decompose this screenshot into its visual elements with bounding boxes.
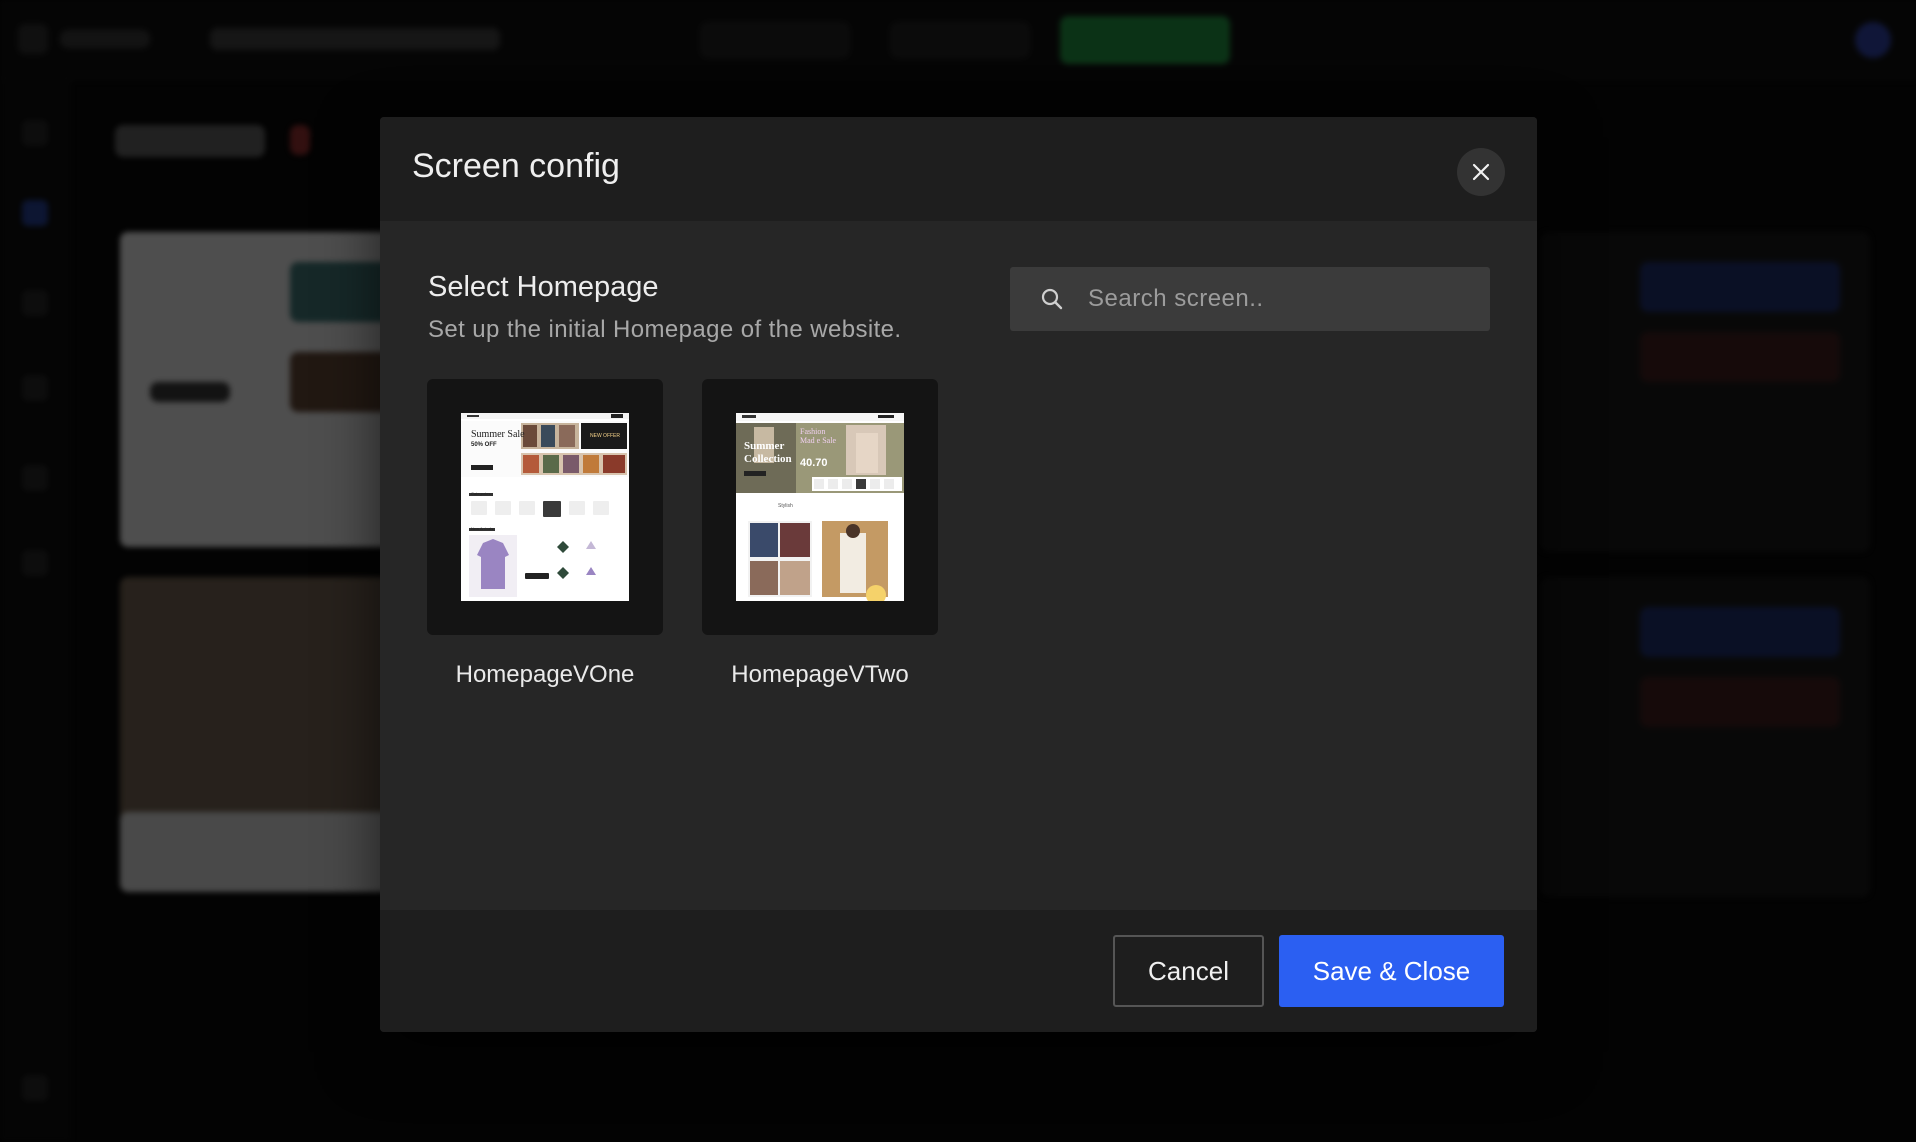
screen-option-homepagevtwo[interactable]: Summer Collection Fashion Mad e Sale 40.… — [702, 379, 938, 635]
modal-title: Screen config — [412, 147, 620, 185]
section-subheading: Set up the initial Homepage of the websi… — [428, 316, 902, 343]
screen-config-modal: Screen config Select Homepage Set up the… — [380, 117, 1537, 1032]
thumb-headline: Summer Sale — [471, 429, 525, 440]
thumb-sale: Fashion Mad e Sale — [800, 427, 836, 445]
screen-label: HomepageVTwo — [731, 661, 909, 688]
close-button[interactable] — [1457, 148, 1505, 196]
cancel-button[interactable]: Cancel — [1113, 935, 1264, 1007]
save-close-button[interactable]: Save & Close — [1279, 935, 1504, 1007]
thumb-headline-collection: Collection — [744, 453, 792, 465]
screen-label: HomepageVOne — [455, 661, 635, 688]
screen-thumbnail: Summer Collection Fashion Mad e Sale 40.… — [736, 413, 904, 601]
thumb-price: 40.70 — [800, 457, 828, 469]
thumb-headline-summer: Summer — [744, 440, 785, 452]
search-input[interactable] — [1010, 267, 1490, 331]
thumb-section-categories: Categories — [471, 491, 491, 496]
thumb-section: Stylish — [778, 503, 793, 509]
search-icon — [1041, 288, 1063, 310]
thumb-section-arrivals: New Arrivals — [471, 526, 494, 531]
modal-header: Screen config — [380, 117, 1537, 221]
screen-thumbnail: Summer Sale 50% OFF NEW OFFER Categories… — [461, 413, 629, 601]
section-heading: Select Homepage — [428, 271, 659, 303]
screen-option-homepagevone[interactable]: Summer Sale 50% OFF NEW OFFER Categories… — [427, 379, 663, 635]
close-icon — [1472, 163, 1490, 181]
thumb-badge: NEW OFFER — [590, 433, 620, 439]
thumb-offer: 50% OFF — [471, 442, 497, 448]
search-box — [1010, 267, 1490, 331]
